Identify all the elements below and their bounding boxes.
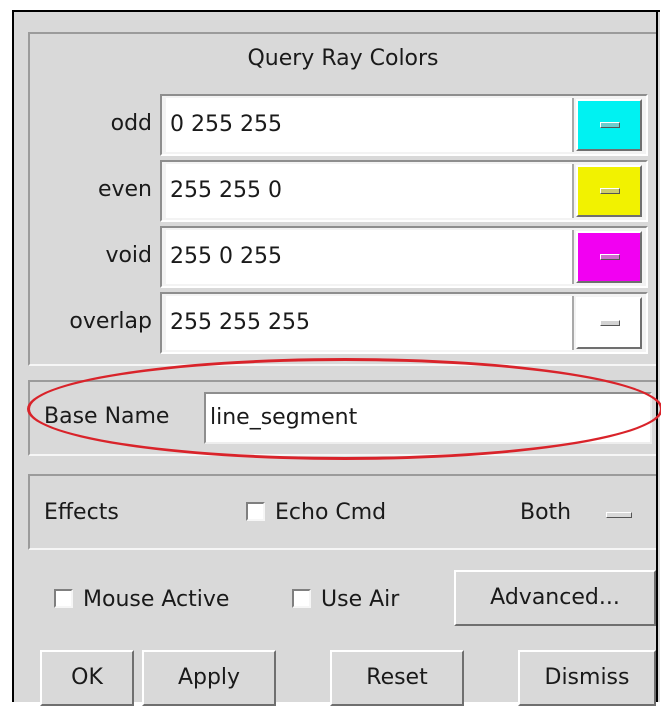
mouse-active-label: Mouse Active xyxy=(83,587,230,612)
row-label: odd xyxy=(110,111,152,136)
group-title: Query Ray Colors xyxy=(247,46,439,71)
color-value-input[interactable]: 0 255 255 xyxy=(166,98,574,152)
color-picker-button[interactable] xyxy=(576,165,642,217)
color-picker-button[interactable] xyxy=(576,231,642,283)
echo-cmd-label: Echo Cmd xyxy=(275,500,387,525)
query-ray-colors-group: Query Ray Colors odd 0 255 255 even 255 … xyxy=(28,32,658,366)
row-label: even xyxy=(97,177,152,202)
color-value-input[interactable]: 255 0 255 xyxy=(166,230,574,284)
mouse-active-checkbox[interactable]: Mouse Active xyxy=(54,587,229,612)
base-name-group: Base Name line_segment xyxy=(28,380,658,456)
menu-indicator-icon xyxy=(600,320,620,326)
color-entry: 255 255 0 xyxy=(160,160,648,222)
base-name-input[interactable]: line_segment xyxy=(204,392,652,444)
effects-label: Effects xyxy=(44,500,119,525)
advanced-button[interactable]: Advanced... xyxy=(454,570,656,626)
dialog-window: Query Ray Colors odd 0 255 255 even 255 … xyxy=(12,10,660,706)
effects-mode-menu[interactable]: Both xyxy=(520,500,571,525)
row-label: void xyxy=(105,243,152,268)
color-value-input[interactable]: 255 255 255 xyxy=(166,296,574,350)
menu-indicator-icon xyxy=(600,122,620,128)
row-label: overlap xyxy=(69,309,152,334)
color-picker-button[interactable] xyxy=(576,297,642,349)
use-air-label: Use Air xyxy=(321,587,400,612)
ok-button[interactable]: OK xyxy=(40,650,134,706)
color-entry: 255 0 255 xyxy=(160,226,648,288)
color-picker-button[interactable] xyxy=(576,99,642,151)
color-row-odd: odd 0 255 255 xyxy=(30,94,656,158)
echo-cmd-checkbox[interactable]: Echo Cmd xyxy=(246,500,386,525)
checkbox-icon xyxy=(292,589,311,608)
effects-group: Effects Echo Cmd Both xyxy=(28,474,658,550)
color-row-void: void 255 0 255 xyxy=(30,226,656,290)
dismiss-button[interactable]: Dismiss xyxy=(518,650,656,706)
menu-indicator-icon[interactable] xyxy=(606,512,632,518)
color-row-even: even 255 255 0 xyxy=(30,160,656,224)
menu-indicator-icon xyxy=(600,254,620,260)
window-border xyxy=(656,10,658,702)
menu-indicator-icon xyxy=(600,188,620,194)
apply-button[interactable]: Apply xyxy=(142,650,276,706)
color-entry: 255 255 255 xyxy=(160,292,648,354)
color-value-input[interactable]: 255 255 0 xyxy=(166,164,574,218)
checkbox-icon xyxy=(246,502,265,521)
color-entry: 0 255 255 xyxy=(160,94,648,156)
color-row-overlap: overlap 255 255 255 xyxy=(30,292,656,356)
checkbox-icon xyxy=(54,589,73,608)
base-name-label: Base Name xyxy=(44,404,170,429)
reset-button[interactable]: Reset xyxy=(330,650,464,706)
use-air-checkbox[interactable]: Use Air xyxy=(292,587,399,612)
